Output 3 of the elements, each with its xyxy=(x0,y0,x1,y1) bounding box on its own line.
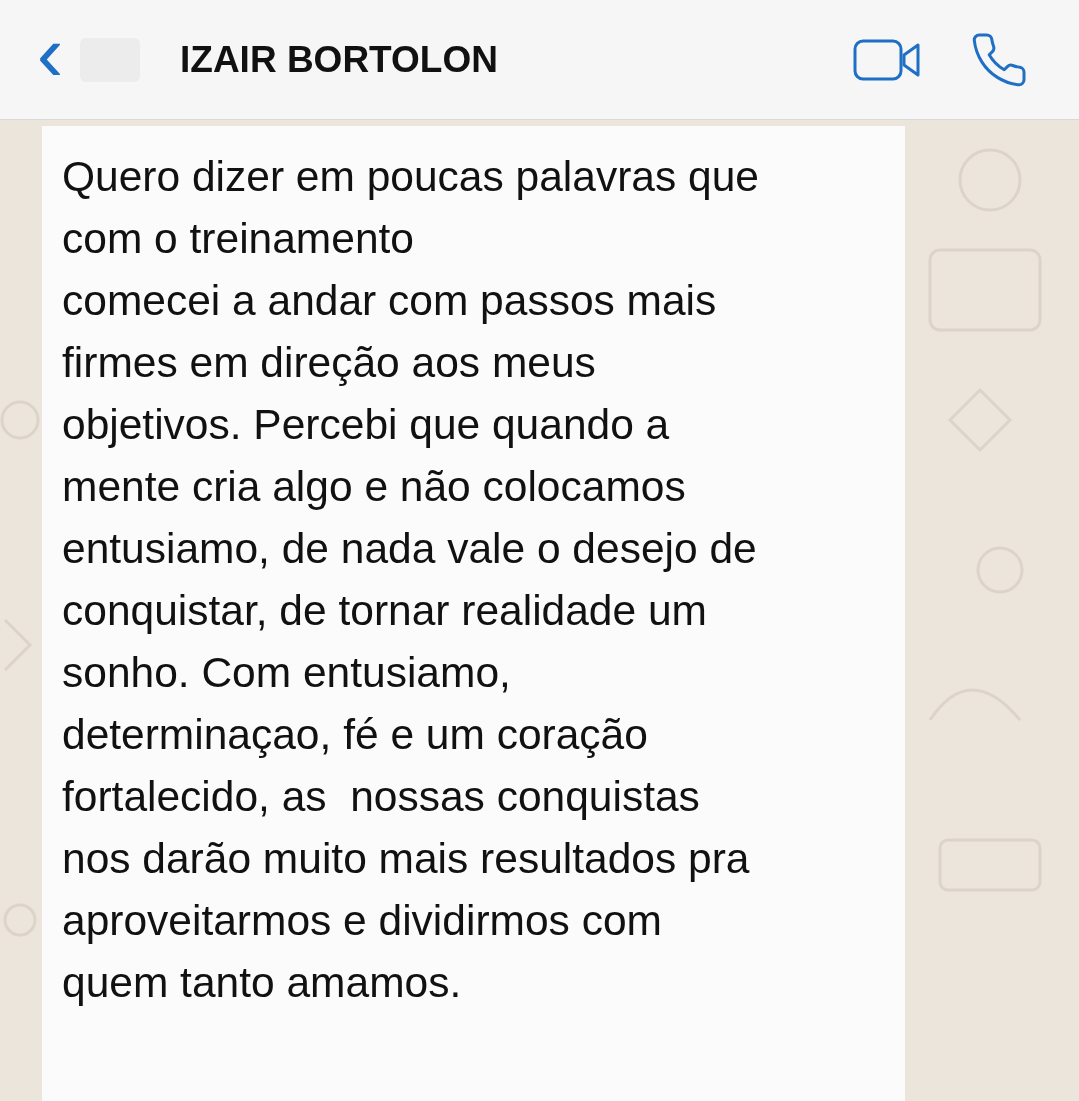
contact-name: IZAIR BORTOLON xyxy=(180,37,498,82)
message-text: Quero dizer em poucas palavras que com o treinamento comecei a andar com passos mais firmes em direção aos meus objetivos. Percebi que quando a mente cria algo e não colocamos entusiamo, de nada vale o desejo de conquistar, de tornar realidade um sonho. Com entusiamo, determinaçao, fé e um coração fortalecido, as nossas conquistas nos darão muito mais resultados pra aproveitarmos e dividirmos com quem tanto amamos. xyxy=(62,152,760,1008)
back-button[interactable]: ‹ xyxy=(30,13,70,106)
